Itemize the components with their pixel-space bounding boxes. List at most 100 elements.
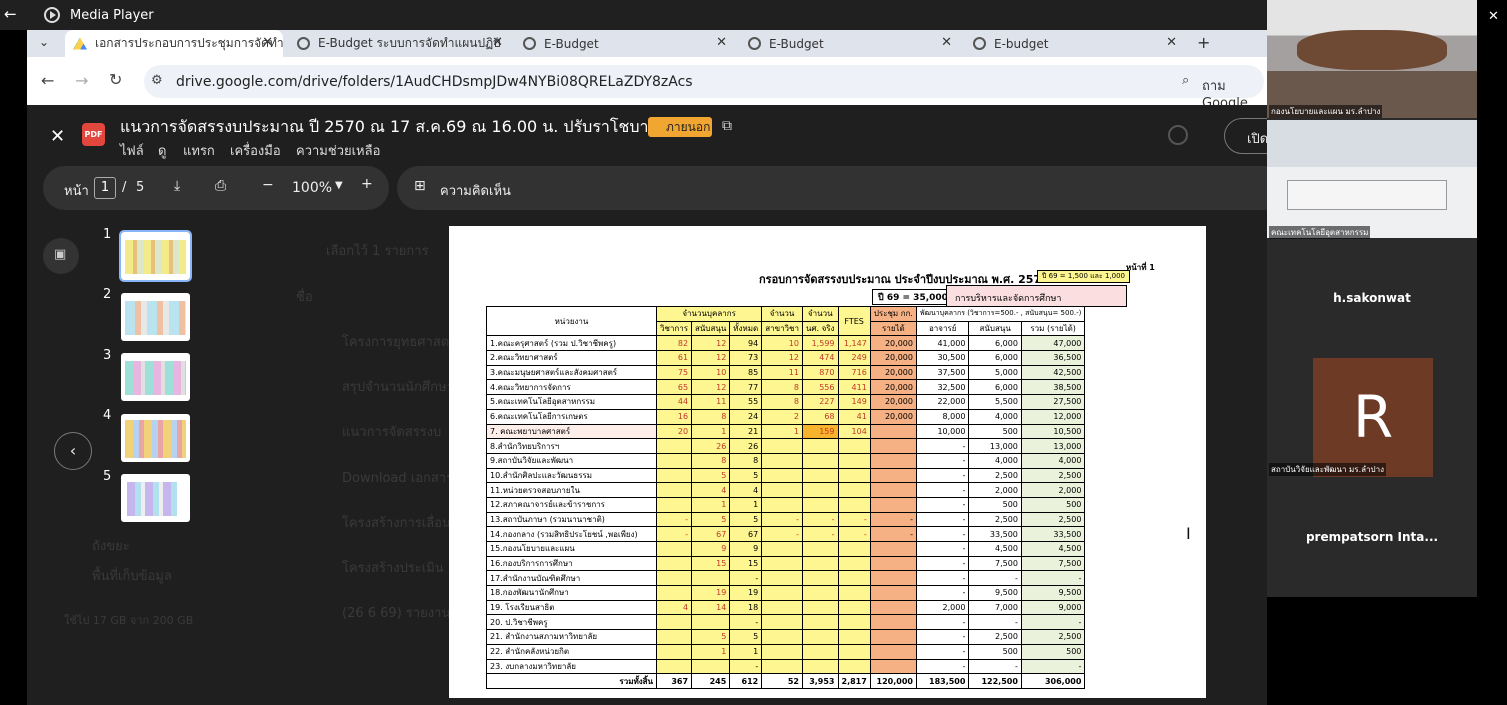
lens-icon[interactable]: ⌕ [1182, 73, 1189, 88]
comment-label[interactable]: ความคิดเห็น [440, 180, 511, 201]
menu-tools[interactable]: เครื่องมือ [230, 140, 281, 161]
table-cell: 65 [655, 379, 693, 396]
close-viewer-icon[interactable]: ✕ [50, 126, 65, 147]
table-cell [655, 643, 693, 660]
table-cell [869, 541, 917, 557]
sheet-page-number: หน้าที่ 1 [1126, 263, 1155, 272]
back-icon[interactable]: ← [41, 71, 54, 90]
zoom-dropdown-icon[interactable]: ▼ [335, 180, 343, 191]
table-row: 6.คณะเทคโนโลยีการเกษตร 16 8 24 2 68 41 20,000 8,… [486, 408, 1086, 425]
sheet-section-box: การบริหารและจัดการศึกษา [946, 285, 1127, 307]
new-tab-button[interactable]: + [1197, 33, 1210, 52]
table-cell: 5 [691, 629, 731, 645]
help-icon[interactable] [1168, 125, 1188, 145]
print-icon[interactable]: ⎙ [215, 178, 226, 194]
table-cell: 4 [729, 482, 763, 498]
tab-label: E-Budget ระบบการจัดทำแผนปฏิบั [318, 36, 501, 50]
table-cell: - [729, 570, 763, 587]
thumb-preview [125, 301, 186, 335]
table-cell: 7,500 [968, 555, 1022, 572]
reload-icon[interactable]: ↻ [109, 70, 122, 89]
header-support: สนับสนุน [691, 320, 731, 337]
external-badge-label: ภายนอก [666, 120, 711, 134]
header-lecturer: อาจารย์ [915, 320, 970, 337]
table-cell: 2,500 [1020, 629, 1086, 645]
header-unit: หน่วยงาน [486, 305, 657, 337]
page-label: หน้า [64, 184, 89, 199]
table-cell: 24 [729, 408, 763, 425]
participant-video-1[interactable] [1267, 0, 1477, 118]
tab-label: E-budget [994, 36, 1049, 51]
thumbnail-page-4[interactable] [121, 414, 190, 462]
table-cell: 9 [729, 541, 763, 557]
tab-drive[interactable]: เอกสารประกอบการประชุมการจัดทำแ ✕ [65, 30, 283, 57]
image-toggle-button[interactable]: ▣ [43, 238, 79, 274]
globe-icon [523, 37, 536, 50]
thumb-number-4: 4 [103, 408, 112, 423]
download-icon[interactable]: ⤓ [174, 178, 180, 194]
tab-ebudget-3[interactable]: E-Budget ✕ [740, 30, 962, 57]
add-comment-icon[interactable]: ⊞ [414, 178, 426, 194]
media-player-titlebar: ← Media Player [0, 0, 1267, 30]
zoom-level[interactable]: 100% [292, 180, 332, 196]
table-cell: 20,000 [869, 408, 917, 425]
close-window-button[interactable]: ✕ [1488, 9, 1499, 24]
header-dev: พัฒนาบุคลากร (วิชาการ=500.- , สนับสนุน= … [915, 306, 1086, 322]
tab-ebudget-2[interactable]: E-Budget ✕ [515, 30, 737, 57]
app-title: Media Player [70, 8, 154, 23]
tab-ebudget-plan[interactable]: E-Budget ระบบการจัดทำแผนปฏิบั ✕ [289, 30, 513, 57]
table-cell [761, 482, 803, 498]
collapse-thumbnails-button[interactable]: ‹ [54, 432, 92, 470]
table-cell: 19 [729, 585, 763, 601]
table-cell: 7,500 [1020, 555, 1086, 572]
table-cell: 1 [691, 423, 731, 440]
menu-view[interactable]: ดู [158, 140, 166, 161]
table-cell: 33,500 [1020, 526, 1086, 542]
menu-insert[interactable]: แทรก [183, 140, 215, 161]
tab-close-icon[interactable]: ✕ [1166, 35, 1177, 50]
row-label: 16.กองบริการการศึกษา [486, 555, 657, 572]
row-label: 12.สภาคณาจารย์และข้าราชการ [486, 496, 657, 513]
forward-icon[interactable]: → [75, 71, 88, 90]
table-cell: 411 [837, 379, 871, 396]
zoom-out-icon[interactable]: − [262, 177, 274, 193]
table-cell: 612 [729, 673, 763, 689]
menu-help[interactable]: ความช่วยเหลือ [296, 140, 380, 161]
table-cell: 1 [729, 496, 763, 513]
tab-ebudget-4[interactable]: E-budget ✕ [965, 30, 1187, 57]
tab-search-chevron-icon[interactable]: ⌄ [39, 35, 49, 49]
page-number-input[interactable]: 1 [94, 177, 116, 199]
thumb-preview [125, 240, 186, 274]
back-arrow-icon[interactable]: ← [4, 5, 17, 23]
table-cell: 11 [761, 364, 803, 381]
thumbnail-page-2[interactable] [121, 293, 190, 341]
site-info-icon[interactable]: ⚙ [151, 73, 163, 88]
table-cell: 7,000 [968, 599, 1022, 616]
table-cell: 5,500 [968, 394, 1022, 410]
participant-video-2[interactable] [1267, 120, 1477, 238]
tab-close-icon[interactable]: ✕ [262, 35, 273, 50]
table-cell: 12,000 [1020, 408, 1086, 425]
table-cell: 10 [761, 335, 803, 352]
tab-close-icon[interactable]: ✕ [941, 35, 952, 50]
tab-close-icon[interactable]: ✕ [492, 35, 503, 50]
table-cell [837, 585, 871, 601]
menu-file[interactable]: ไฟล์ [120, 140, 144, 161]
table-cell: - [761, 526, 803, 542]
table-cell: - [837, 526, 871, 542]
table-cell: - [1020, 614, 1086, 631]
thumbnail-page-5[interactable] [121, 474, 190, 522]
text-cursor-icon: I [1186, 524, 1191, 543]
move-to-folder-icon[interactable]: ⧉ [722, 118, 732, 134]
tab-close-icon[interactable]: ✕ [716, 35, 727, 50]
table-cell [691, 614, 731, 631]
url-text[interactable]: drive.google.com/drive/folders/1AudCHDsm… [176, 74, 693, 90]
table-cell: 8 [761, 394, 803, 410]
bg-file-2: สรุปจำนวนนักศึกษา [342, 380, 454, 395]
thumbnail-page-1[interactable] [119, 230, 192, 282]
table-cell: 44 [655, 394, 693, 410]
thumbnail-page-3[interactable] [121, 353, 190, 401]
zoom-in-icon[interactable]: + [361, 176, 373, 192]
participant-name-3: h.sakonwat [1333, 291, 1411, 305]
table-cell: 42,500 [1020, 364, 1086, 381]
